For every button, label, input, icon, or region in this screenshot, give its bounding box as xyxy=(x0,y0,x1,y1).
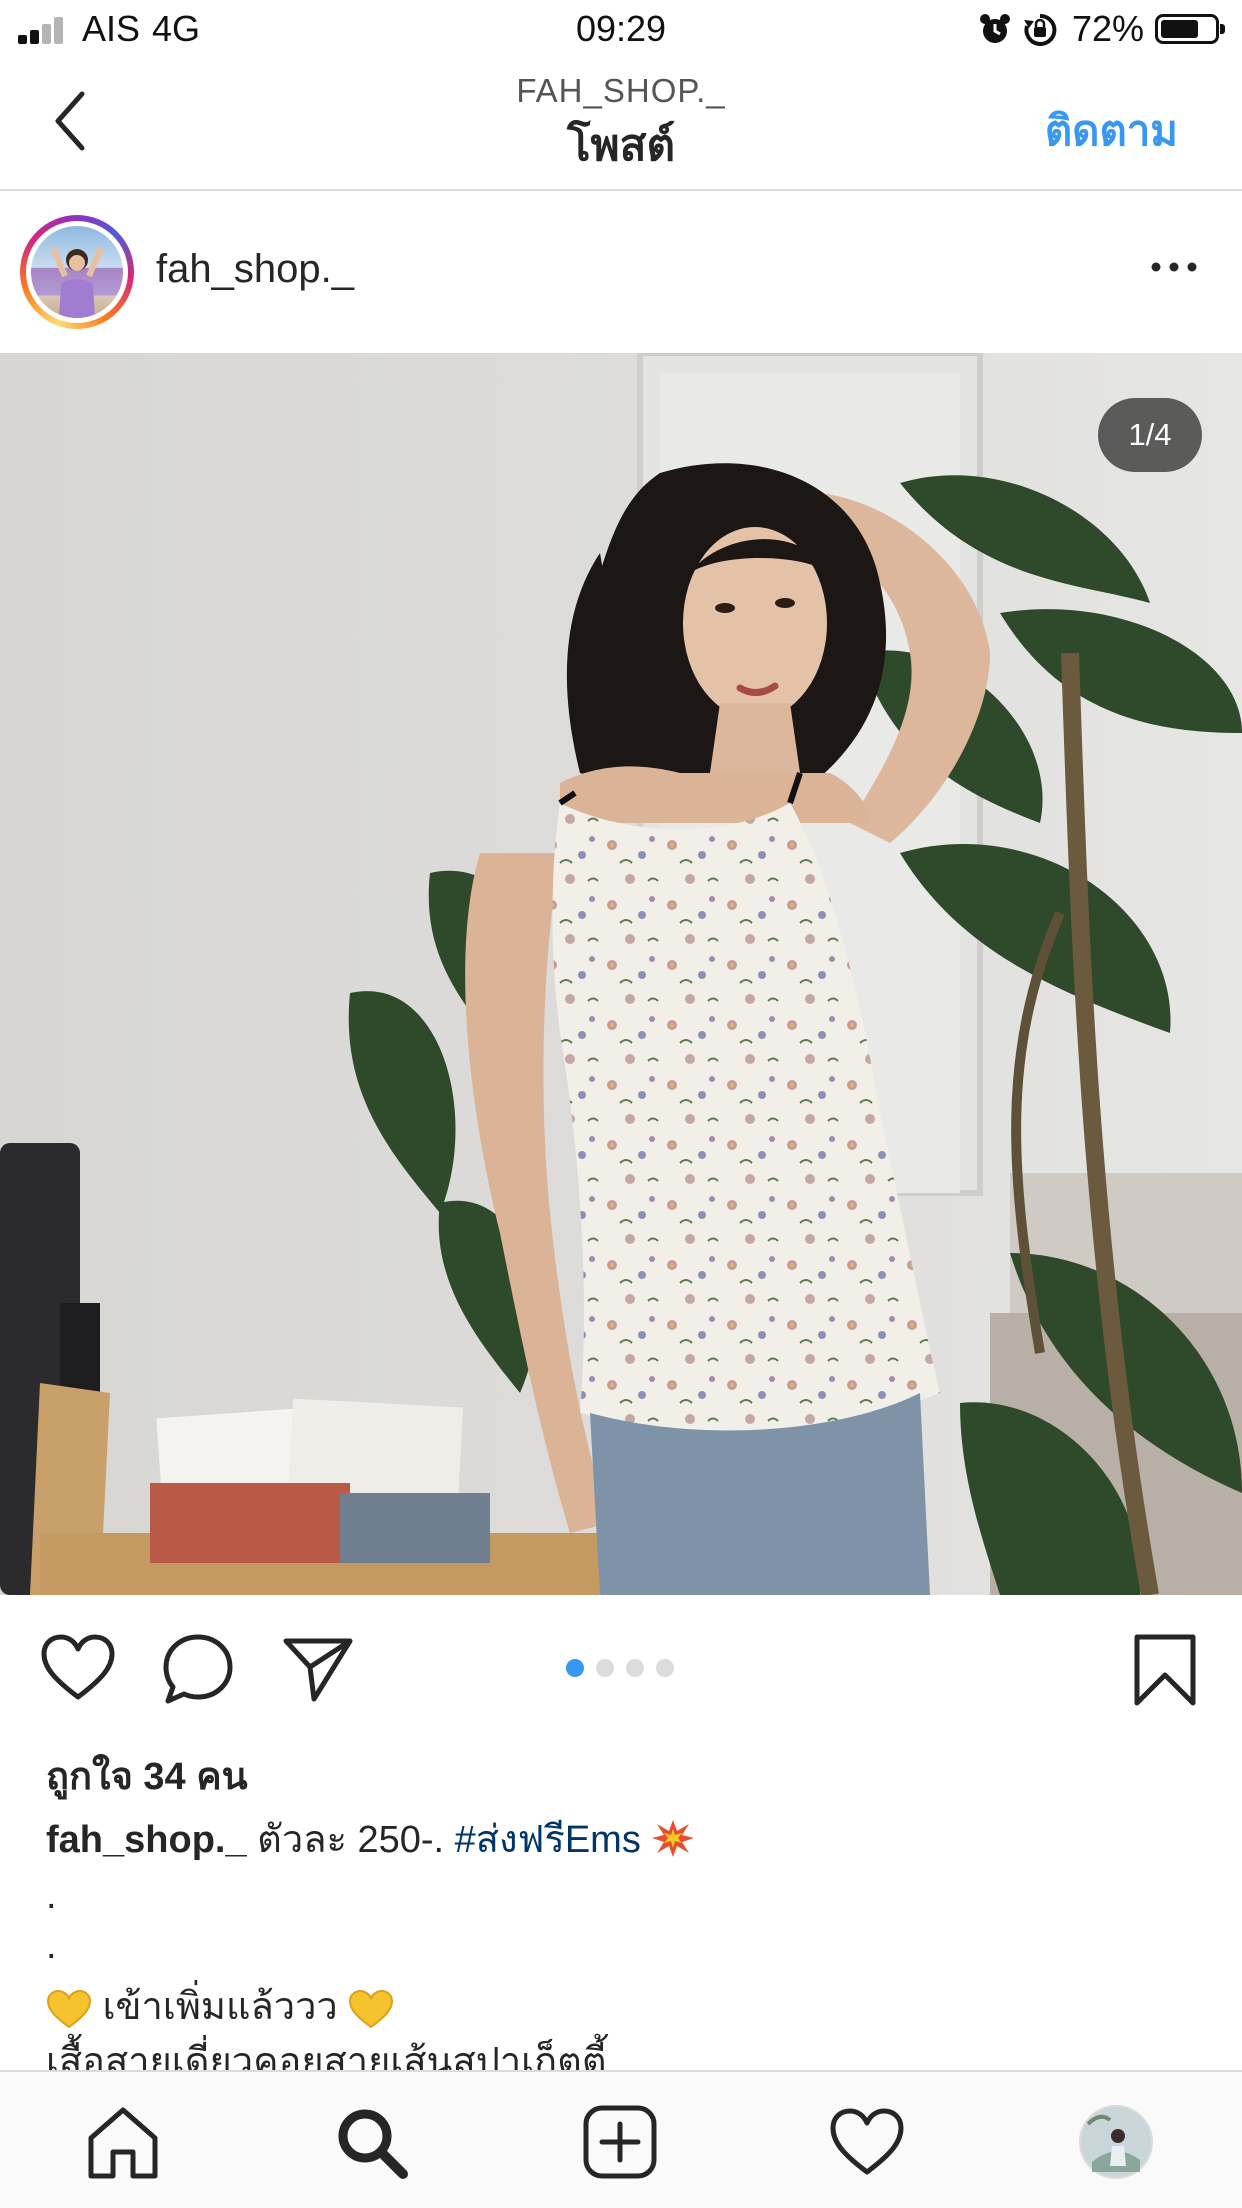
comment-button[interactable] xyxy=(162,1633,234,1705)
post-header: fah_shop._ xyxy=(0,191,1242,353)
add-post-icon xyxy=(583,2105,657,2179)
more-options-button[interactable] xyxy=(1146,247,1202,287)
caption-hashtag[interactable]: #ส่งฟรีEms xyxy=(455,1819,641,1861)
carousel-page-counter: 1/4 xyxy=(1098,398,1202,472)
yellow-heart-emoji-icon xyxy=(46,1989,92,2029)
tab-activity[interactable] xyxy=(827,2102,907,2182)
caption-new-arrival-line: เข้าเพิ่มแล้ววว xyxy=(46,1975,394,2036)
yellow-heart-emoji-icon xyxy=(349,1989,394,2029)
rotation-lock-icon xyxy=(1024,13,1057,46)
caption-line-dot: . xyxy=(46,1875,57,1917)
share-button[interactable] xyxy=(282,1635,354,1703)
story-ring[interactable] xyxy=(20,215,134,329)
post-author-username[interactable]: fah_shop._ xyxy=(156,247,354,292)
battery-percentage: 72% xyxy=(1072,8,1145,49)
likes-count[interactable]: ถูกใจ 34 คน xyxy=(46,1745,248,1806)
alarm-icon xyxy=(980,14,1010,43)
navigation-header: FAH_SHOP._ โพสต์ ติดตาม xyxy=(0,58,1242,191)
profile-avatar-icon xyxy=(1079,2105,1153,2179)
bottom-tab-bar xyxy=(0,2070,1242,2208)
caption-username[interactable]: fah_shop._ xyxy=(46,1819,247,1861)
collision-emoji-icon xyxy=(652,1820,695,1857)
home-icon xyxy=(88,2107,158,2179)
post-action-bar xyxy=(0,1595,1242,1735)
carousel-dot xyxy=(656,1659,674,1677)
post-caption: fah_shop._ ตัวละ 250-. #ส่งฟรีEms xyxy=(46,1815,1206,1865)
tab-home[interactable] xyxy=(83,2102,163,2182)
avatar-image xyxy=(31,226,123,318)
avatar[interactable] xyxy=(26,221,128,323)
tab-search[interactable] xyxy=(331,2102,411,2182)
more-horizontal-icon xyxy=(1151,262,1197,272)
follow-button[interactable]: ติดตาม xyxy=(1045,98,1178,164)
status-bar: AIS 4G 09:29 72% xyxy=(0,0,1242,58)
tab-profile[interactable] xyxy=(1076,2102,1156,2182)
activity-heart-icon xyxy=(830,2108,904,2175)
caption-line-dot: . xyxy=(46,1925,57,1967)
post-image xyxy=(0,353,1242,1595)
carousel-indicator xyxy=(566,1659,686,1677)
post-photo[interactable]: 1/4 xyxy=(0,353,1242,1595)
tab-new-post[interactable] xyxy=(580,2102,660,2182)
carousel-dot xyxy=(566,1659,584,1677)
caption-new-arrival: เข้าเพิ่มแล้ววว xyxy=(102,1986,338,2028)
carousel-dot xyxy=(596,1659,614,1677)
carousel-dot xyxy=(626,1659,644,1677)
search-icon xyxy=(338,2109,408,2179)
save-button[interactable] xyxy=(1132,1633,1198,1707)
caption-text: ตัวละ 250-. xyxy=(257,1819,445,1861)
battery-icon xyxy=(1155,14,1225,44)
like-button[interactable] xyxy=(40,1633,116,1703)
